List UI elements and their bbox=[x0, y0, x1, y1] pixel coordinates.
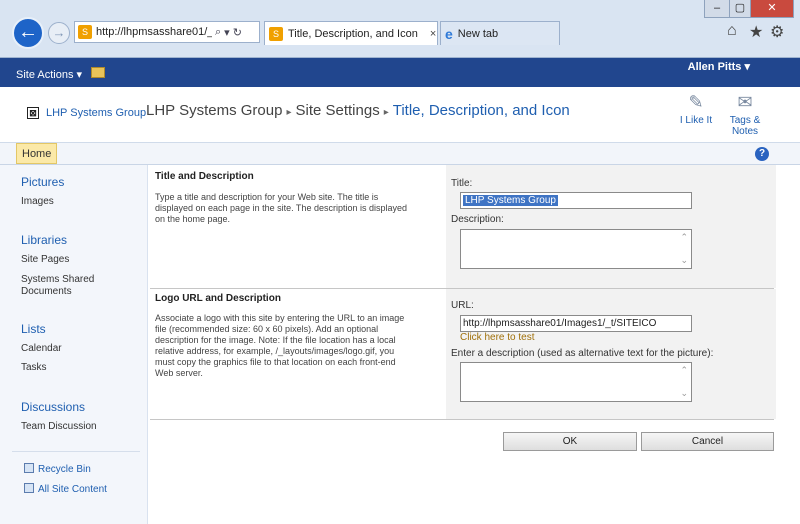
scroll-down-icon[interactable]: ⌄ bbox=[680, 255, 688, 266]
nav-item-systems-shared-documents[interactable]: Systems Shared Documents bbox=[21, 274, 121, 298]
site-actions-menu[interactable]: Site Actions ▾ bbox=[16, 68, 82, 81]
click-to-test-link[interactable]: Click here to test bbox=[460, 332, 534, 343]
breadcrumb-separator-icon: ▸ bbox=[383, 107, 389, 118]
i-like-it-label: I Like It bbox=[679, 115, 713, 126]
page-header: ⊠ LHP Systems Group LHP Systems Group ▸ Si… bbox=[0, 87, 800, 143]
title-input-value: LHP Systems Group bbox=[463, 195, 558, 206]
all-site-content-label: All Site Content bbox=[38, 484, 107, 495]
arrow-right-icon: → bbox=[52, 25, 66, 40]
tab-new-tab[interactable]: e New tab bbox=[440, 21, 560, 45]
section-title: Logo URL and Description bbox=[155, 293, 281, 304]
refresh-icon[interactable]: ↻ bbox=[233, 26, 242, 39]
minimize-button[interactable]: – bbox=[704, 0, 730, 18]
favorites-icon[interactable]: ★ bbox=[749, 22, 763, 42]
close-window-button[interactable]: ✕ bbox=[750, 0, 794, 18]
nav-divider bbox=[12, 451, 140, 452]
tags-icon: ✉ bbox=[737, 92, 753, 112]
close-tab-icon[interactable]: × bbox=[430, 28, 436, 40]
recycle-bin-label: Recycle Bin bbox=[38, 464, 91, 475]
maximize-button[interactable]: ▢ bbox=[729, 0, 751, 18]
ok-button[interactable]: OK bbox=[503, 432, 637, 451]
home-icon[interactable]: ⌂ bbox=[727, 22, 737, 40]
all-site-content-link[interactable]: All Site Content bbox=[24, 483, 107, 495]
home-tab[interactable]: Home bbox=[16, 143, 58, 164]
top-nav-bar: Home ? bbox=[0, 143, 800, 165]
browser-chrome: – ▢ ✕ ← → S http://lhpmsasshare01/_ ⌕ ▾ … bbox=[0, 0, 800, 58]
recycle-bin-icon bbox=[24, 463, 34, 473]
address-bar[interactable]: S http://lhpmsasshare01/_ ⌕ ▾ ↻ bbox=[74, 21, 260, 43]
recycle-bin-link[interactable]: Recycle Bin bbox=[24, 463, 91, 475]
site-logo-icon[interactable]: ⊠ bbox=[27, 107, 39, 119]
i-like-it-button[interactable]: ✎ I Like It bbox=[678, 92, 714, 126]
forward-button[interactable]: → bbox=[48, 22, 70, 44]
arrow-left-icon: ← bbox=[18, 21, 38, 43]
title-description-fields: Title: LHP Systems Group Description: ⌃ … bbox=[446, 165, 776, 288]
nav-item-site-pages[interactable]: Site Pages bbox=[21, 254, 69, 266]
scroll-up-icon[interactable]: ⌃ bbox=[680, 365, 688, 376]
address-text[interactable]: http://lhpmsasshare01/_ bbox=[96, 26, 212, 38]
tab-title-description-icon[interactable]: S Title, Description, and Icon × bbox=[264, 21, 438, 45]
nav-heading-libraries[interactable]: Libraries bbox=[21, 233, 67, 247]
logo-fields: URL: http://lhpmsasshare01/Images1/_t/SI… bbox=[446, 289, 776, 419]
breadcrumb-separator-icon: ▸ bbox=[286, 107, 292, 118]
url-input[interactable]: http://lhpmsasshare01/Images1/_t/SITEICO bbox=[460, 315, 692, 332]
breadcrumb: LHP Systems Group ▸ Site Settings ▸ Title, D… bbox=[146, 102, 570, 119]
scroll-up-icon[interactable]: ⌃ bbox=[680, 232, 688, 243]
url-label: URL: bbox=[451, 300, 474, 311]
tags-label: Tags & bbox=[729, 115, 761, 126]
page-title: Title, Description, and Icon bbox=[392, 102, 570, 119]
sharepoint-favicon-icon: S bbox=[269, 26, 283, 41]
search-icon[interactable]: ⌕ bbox=[215, 26, 221, 39]
logo-section: Logo URL and Description Associate a log… bbox=[150, 288, 776, 419]
nav-item-calendar[interactable]: Calendar bbox=[21, 343, 62, 355]
description-label: Description: bbox=[451, 214, 504, 225]
section-description: Type a title and description for your We… bbox=[155, 192, 407, 224]
nav-heading-discussions[interactable]: Discussions bbox=[21, 400, 85, 414]
sharepoint-ribbon: Site Actions ▾ Allen Pitts ▾ bbox=[0, 58, 800, 87]
nav-item-team-discussion[interactable]: Team Discussion bbox=[21, 421, 97, 433]
tags-notes-button[interactable]: ✉ Tags & Notes bbox=[724, 92, 766, 137]
settings-icon[interactable]: ⚙ bbox=[770, 22, 784, 42]
ie-icon: e bbox=[445, 25, 453, 42]
title-label: Title: bbox=[451, 178, 473, 189]
nav-heading-pictures[interactable]: Pictures bbox=[21, 175, 64, 189]
alt-text-textarea[interactable]: ⌃ ⌄ bbox=[460, 362, 692, 402]
nav-item-images[interactable]: Images bbox=[21, 196, 54, 208]
navigate-up-icon[interactable] bbox=[91, 67, 105, 78]
section-description: Associate a logo with this site by enter… bbox=[155, 313, 405, 378]
nav-item-tasks[interactable]: Tasks bbox=[21, 362, 47, 374]
scroll-down-icon[interactable]: ⌄ bbox=[680, 388, 688, 399]
notes-label: Notes bbox=[731, 126, 759, 137]
section-title: Title and Description bbox=[155, 171, 254, 182]
help-icon[interactable]: ? bbox=[755, 147, 769, 161]
tab-label: New tab bbox=[457, 27, 499, 40]
user-menu[interactable]: Allen Pitts ▾ bbox=[688, 60, 750, 73]
tab-label: Title, Description, and Icon bbox=[288, 27, 418, 40]
site-name-link[interactable]: LHP Systems Group bbox=[46, 107, 146, 119]
title-description-section: Title and Description Type a title and d… bbox=[150, 165, 776, 288]
like-icon: ✎ bbox=[688, 92, 704, 112]
description-textarea[interactable]: ⌃ ⌄ bbox=[460, 229, 692, 269]
dropdown-icon[interactable]: ▾ bbox=[224, 26, 230, 39]
quick-launch: Pictures Images Libraries Site Pages Sys… bbox=[0, 165, 148, 524]
breadcrumb-site[interactable]: LHP Systems Group bbox=[146, 102, 282, 119]
back-button[interactable]: ← bbox=[12, 17, 44, 49]
title-input[interactable]: LHP Systems Group bbox=[460, 192, 692, 209]
breadcrumb-site-settings[interactable]: Site Settings bbox=[295, 102, 379, 119]
section-divider bbox=[150, 419, 774, 420]
nav-heading-lists[interactable]: Lists bbox=[21, 322, 46, 336]
sharepoint-favicon-icon: S bbox=[78, 25, 92, 39]
all-site-content-icon bbox=[24, 483, 34, 493]
alt-text-label: Enter a description (used as alternative… bbox=[451, 348, 714, 359]
cancel-button[interactable]: Cancel bbox=[641, 432, 774, 451]
